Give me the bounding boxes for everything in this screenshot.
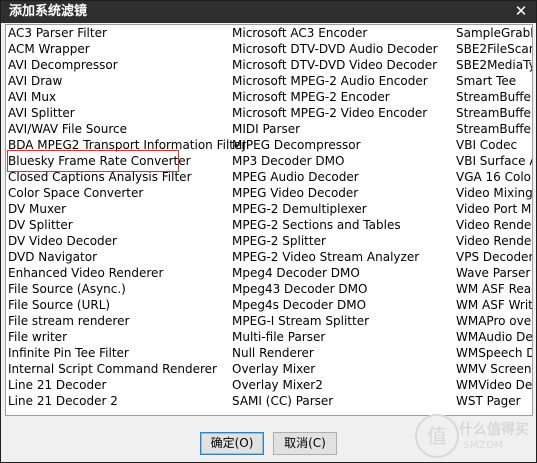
filter-item[interactable]: Microsoft MPEG-2 Encoder: [232, 89, 454, 105]
filter-item[interactable]: Mpeg4 Decoder DMO: [232, 265, 454, 281]
filter-item[interactable]: Enhanced Video Renderer: [8, 265, 230, 281]
filter-column-2: Microsoft AC3 Encoder Microsoft DTV-DVD A…: [232, 25, 454, 409]
filter-item[interactable]: Infinite Pin Tee Filter: [8, 345, 230, 361]
watermark-logo-icon: 值: [415, 414, 459, 458]
filter-item[interactable]: BDA MPEG2 Transport Information Filter: [8, 137, 246, 153]
filter-item[interactable]: Internal Script Command Renderer: [8, 361, 230, 377]
filter-item[interactable]: AVI Splitter: [8, 105, 230, 121]
filter-item[interactable]: StreamBufferS: [456, 121, 532, 137]
filter-item[interactable]: WM ASF Write: [456, 297, 532, 313]
filter-item[interactable]: DVD Navigator: [8, 249, 230, 265]
filter-item[interactable]: MPEG-I Stream Splitter: [232, 313, 454, 329]
filter-item[interactable]: Overlay Mixer2: [232, 377, 454, 393]
filter-item[interactable]: StreamBufferS: [456, 89, 532, 105]
filter-item[interactable]: Line 21 Decoder: [8, 377, 230, 393]
filter-item[interactable]: AVI/WAV File Source: [8, 121, 230, 137]
filter-item[interactable]: AVI Draw: [8, 73, 230, 89]
filter-item[interactable]: WM ASF Reade: [456, 281, 532, 297]
filter-item[interactable]: DV Splitter: [8, 217, 230, 233]
filter-item[interactable]: MPEG-2 Sections and Tables: [232, 217, 454, 233]
filter-item[interactable]: Mpeg4s Decoder DMO: [232, 297, 454, 313]
filter-item[interactable]: Line 21 Decoder 2: [8, 393, 230, 409]
watermark-subtext: SMZDM: [463, 440, 504, 451]
filter-item[interactable]: Video Rendere: [456, 233, 532, 249]
filter-item[interactable]: Closed Captions Analysis Filter: [8, 169, 230, 185]
filter-item[interactable]: Multi-file Parser: [232, 329, 454, 345]
filter-column-3: SampleGrabbeSBE2FileScanSBE2MediaTypSmar…: [456, 25, 532, 409]
filter-item[interactable]: Bluesky Frame Rate Converter: [8, 153, 230, 169]
filter-item[interactable]: WMAPro over: [456, 313, 532, 329]
filter-item[interactable]: DV Video Decoder: [8, 233, 230, 249]
filter-item[interactable]: Microsoft DTV-DVD Video Decoder: [232, 57, 454, 73]
watermark-text: 什么值得买: [459, 422, 529, 438]
filter-item[interactable]: Video Mixing R: [456, 185, 532, 201]
filter-item[interactable]: WST Pager: [456, 393, 532, 409]
filter-item[interactable]: MP3 Decoder DMO: [232, 153, 454, 169]
filter-item[interactable]: AC3 Parser Filter: [8, 25, 230, 41]
filter-item[interactable]: WMVideo Dec: [456, 377, 532, 393]
filter-item[interactable]: MPEG-2 Splitter: [232, 233, 454, 249]
filter-item[interactable]: Null Renderer: [232, 345, 454, 361]
filter-item[interactable]: VBI Codec: [456, 137, 532, 153]
filter-item[interactable]: Microsoft MPEG-2 Audio Encoder: [232, 73, 454, 89]
filter-item[interactable]: File writer: [8, 329, 230, 345]
filter-item[interactable]: SBE2MediaTyp: [456, 57, 532, 73]
filter-item[interactable]: Mpeg43 Decoder DMO: [232, 281, 454, 297]
filter-item[interactable]: MPEG-2 Video Stream Analyzer: [232, 249, 454, 265]
filter-item[interactable]: Color Space Converter: [8, 185, 230, 201]
filter-item[interactable]: MPEG Video Decoder: [232, 185, 454, 201]
filter-item[interactable]: AVI Mux: [8, 89, 230, 105]
filter-item[interactable]: DV Muxer: [8, 201, 230, 217]
cancel-button[interactable]: 取消(C): [273, 432, 337, 455]
add-system-filter-dialog: 添加系统滤镜 ✕ AC3 Parser Filter ACM Wrapper AVI…: [0, 0, 537, 463]
filter-item[interactable]: VBI Surface Al: [456, 153, 532, 169]
filter-item[interactable]: VGA 16 Color D: [456, 169, 532, 185]
filter-item[interactable]: File Source (URL): [8, 297, 230, 313]
filter-item[interactable]: MIDI Parser: [232, 121, 454, 137]
filter-item[interactable]: Wave Parser: [456, 265, 532, 281]
filter-item[interactable]: Overlay Mixer: [232, 361, 454, 377]
filter-item[interactable]: MJPEG Decompressor: [232, 137, 454, 153]
filter-item[interactable]: WMV Screen d: [456, 361, 532, 377]
filter-item[interactable]: Microsoft MPEG-2 Video Encoder: [232, 105, 454, 121]
filter-item[interactable]: Video Rendere: [456, 217, 532, 233]
filter-item[interactable]: File Source (Async.): [8, 281, 230, 297]
title-bar[interactable]: 添加系统滤镜 ✕: [1, 1, 536, 23]
close-icon[interactable]: ✕: [512, 2, 530, 20]
filter-item[interactable]: VPS Decoder: [456, 249, 532, 265]
ok-button[interactable]: 确定(O): [200, 432, 264, 455]
filter-item[interactable]: Smart Tee: [456, 73, 532, 89]
filter-item[interactable]: Video Port Ma: [456, 201, 532, 217]
filter-item[interactable]: WMSpeech De: [456, 345, 532, 361]
filter-item[interactable]: SampleGrabbe: [456, 25, 532, 41]
filter-item[interactable]: MPEG-2 Demultiplexer: [232, 201, 454, 217]
filter-item[interactable]: MPEG Audio Decoder: [232, 169, 454, 185]
filter-list[interactable]: AC3 Parser Filter ACM Wrapper AVI Decompre…: [5, 24, 533, 416]
filter-item[interactable]: File stream renderer: [8, 313, 230, 329]
filter-item[interactable]: ACM Wrapper: [8, 41, 230, 57]
filter-item[interactable]: Microsoft DTV-DVD Audio Decoder: [232, 41, 454, 57]
filter-item[interactable]: WMAudio Dec: [456, 329, 532, 345]
dialog-title: 添加系统滤镜: [9, 4, 88, 19]
filter-item[interactable]: SBE2FileScan: [456, 41, 532, 57]
filter-item[interactable]: AVI Decompressor: [8, 57, 230, 73]
filter-column-1: AC3 Parser Filter ACM Wrapper AVI Decompre…: [8, 25, 246, 409]
filter-item[interactable]: Microsoft AC3 Encoder: [232, 25, 454, 41]
filter-item[interactable]: SAMI (CC) Parser: [232, 393, 454, 409]
filter-item[interactable]: StreamBufferS: [456, 105, 532, 121]
